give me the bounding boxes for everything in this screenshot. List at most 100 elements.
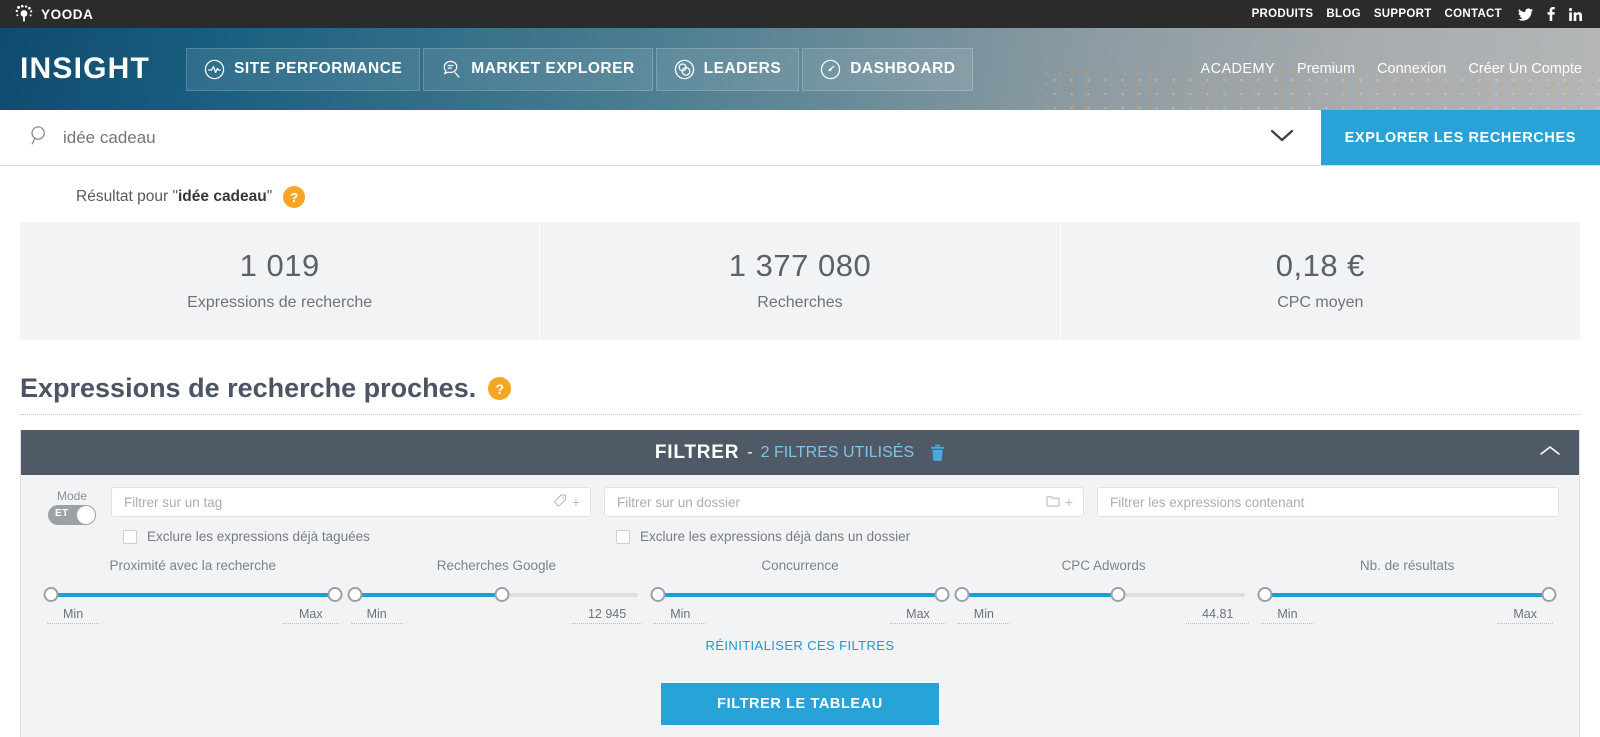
insight-logo[interactable]: INSIGHT [20, 52, 150, 86]
search-speech-icon [441, 59, 462, 80]
slider-concurrence-title: Concurrence [761, 558, 839, 573]
slider-concurrence-track-wrap[interactable] [650, 587, 950, 603]
slider-cpc-adwords-handle-max[interactable] [1110, 587, 1126, 602]
folder-icon [1046, 494, 1060, 510]
page-title: Expressions de recherche proches. ? [0, 340, 1600, 414]
mode-toggle[interactable]: ET [48, 505, 96, 525]
slider-cpc-adwords-title: CPC Adwords [1061, 558, 1146, 573]
slider-nb-resultats-min: Min [1261, 607, 1314, 624]
slider-recherches-google-handle-max[interactable] [494, 587, 510, 602]
slider-concurrence-values: Min Max [654, 607, 946, 624]
slider-proximite-track-wrap[interactable] [43, 587, 343, 603]
stat-card-cpc: 0,18 € CPC moyen [1061, 222, 1580, 340]
slider-concurrence-handle-max[interactable] [934, 587, 950, 602]
slider-nb-resultats-values: Min Max [1261, 607, 1553, 624]
folder-add-plus[interactable]: + [1065, 494, 1073, 510]
header-link-creer-un-compte[interactable]: Créer Un Compte [1468, 61, 1582, 77]
result-help-icon[interactable]: ? [283, 186, 306, 208]
trash-icon[interactable] [930, 444, 945, 461]
slider-recherches-google-handle-min[interactable] [347, 587, 363, 602]
search-bar: EXPLORER LES RECHERCHES [0, 110, 1600, 166]
header-link-premium[interactable]: Premium [1297, 61, 1355, 77]
tag-filter-input[interactable] [124, 494, 554, 510]
slider-cpc-adwords-handle-min[interactable] [954, 587, 970, 602]
slider-nb-resultats-handle-max[interactable] [1541, 587, 1557, 602]
contains-filter-input[interactable] [1110, 494, 1548, 510]
reset-filters-link[interactable]: RÉINITIALISER CES FILTRES [21, 638, 1579, 653]
stat-value-expressions: 1 019 [239, 248, 320, 283]
section-help-icon[interactable]: ? [488, 377, 512, 400]
folder-filter-field[interactable]: + [604, 487, 1084, 517]
slider-proximite-values: Min Max [47, 607, 339, 624]
slider-nb-resultats-handle-min[interactable] [1257, 587, 1273, 602]
chevron-up-icon [1539, 444, 1561, 462]
nav-item-dashboard[interactable]: DASHBOARD [802, 47, 974, 91]
slider-cpc-adwords-values: Min 44.81 [957, 607, 1250, 624]
slider-cpc-adwords-max: 44.81 [1186, 607, 1250, 624]
tag-add-plus[interactable]: + [572, 494, 580, 510]
folder-field-adornment[interactable]: + [1046, 494, 1073, 510]
slider-concurrence-handle-min[interactable] [650, 587, 666, 602]
search-field [0, 110, 1243, 165]
filters-used-count[interactable]: 2 FILTRES UTILISÉS [761, 444, 915, 462]
yooda-brand[interactable]: YOODA [14, 4, 94, 24]
slider-nb-resultats-track-wrap[interactable] [1257, 587, 1557, 603]
slider-proximite-fill [51, 593, 335, 597]
mode-toggle-value: ET [55, 508, 69, 519]
nav-item-market-explorer[interactable]: MARKET EXPLORER [423, 47, 653, 91]
contains-filter-field[interactable] [1097, 487, 1559, 517]
folder-filter-input[interactable] [617, 494, 1046, 510]
slider-proximite-max: Max [282, 607, 339, 624]
slider-cpc-adwords-track-wrap[interactable] [954, 587, 1246, 603]
slider-concurrence: Concurrence Min Max [648, 558, 952, 624]
topnav-link-contact[interactable]: CONTACT [1445, 8, 1502, 20]
slider-row: Proximité avec la recherche Min Max Rech… [21, 544, 1579, 624]
filter-panel-header: FILTRER - 2 FILTRES UTILISÉS [21, 430, 1579, 475]
slider-proximite-handle-min[interactable] [43, 587, 59, 602]
header-link-academy[interactable]: ACADEMY [1201, 61, 1276, 77]
topnav-link-produits[interactable]: PRODUITS [1252, 8, 1314, 20]
chevron-down-icon [1269, 127, 1295, 148]
result-line: Résultat pour "idée cadeau" ? [0, 166, 1600, 222]
topnav-link-support[interactable]: SUPPORT [1374, 8, 1432, 20]
nav-item-leaders[interactable]: LEADERS [655, 47, 800, 91]
tag-filter-field[interactable]: + [111, 487, 591, 517]
slider-recherches-google-track-wrap[interactable] [347, 587, 639, 603]
linkedin-icon[interactable] [1569, 7, 1582, 21]
utility-nav: PRODUITS BLOG SUPPORT CONTACT [1252, 8, 1502, 20]
slider-nb-resultats-title: Nb. de résultats [1359, 558, 1455, 573]
stat-card-recherches: 1 377 080 Recherches [540, 222, 1061, 340]
tag-field-adornment[interactable]: + [553, 494, 580, 510]
explore-searches-button[interactable]: EXPLORER LES RECHERCHES [1320, 110, 1600, 165]
utility-topbar: YOODA PRODUITS BLOG SUPPORT CONTACT [0, 0, 1600, 28]
header-link-connexion[interactable]: Connexion [1377, 61, 1446, 77]
exclude-tagged-checkbox[interactable] [123, 529, 137, 544]
filter-header-dash: - [747, 443, 753, 461]
apply-filter-button[interactable]: FILTRER LE TABLEAU [661, 683, 939, 725]
search-input[interactable] [63, 127, 1243, 148]
pulse-icon [204, 59, 225, 80]
slider-proximite-handle-max[interactable] [327, 587, 343, 602]
collapse-filter-panel-button[interactable] [1539, 444, 1561, 462]
nav-label-leaders: LEADERS [703, 60, 782, 77]
filter-header-title: FILTRER [654, 441, 740, 463]
facebook-icon[interactable] [1547, 7, 1555, 21]
slider-recherches-google-title: Recherches Google [436, 558, 557, 573]
tag-icon [553, 494, 567, 510]
twitter-icon[interactable] [1518, 7, 1533, 21]
main-nav: SITE PERFORMANCE MARKET EXPLORER LEADERS [186, 47, 974, 91]
page-title-text: Expressions de recherche proches. [20, 373, 477, 403]
exclude-foldered-checkbox[interactable] [616, 529, 630, 544]
stat-value-cpc: 0,18 € [1275, 248, 1365, 283]
slider-recherches-google: Recherches Google Min 12 945 [345, 558, 649, 624]
result-prefix: Résultat pour " [76, 188, 178, 205]
filter-action-row: FILTRER LE TABLEAU [21, 653, 1579, 737]
search-dropdown-toggle[interactable] [1243, 110, 1321, 165]
stat-value-recherches: 1 377 080 [728, 248, 872, 283]
mode-toggle-knob [77, 506, 95, 524]
stat-label-expressions: Expressions de recherche [187, 294, 373, 311]
stat-card-expressions: 1 019 Expressions de recherche [20, 222, 541, 340]
topnav-link-blog[interactable]: BLOG [1326, 8, 1360, 20]
nav-item-site-performance[interactable]: SITE PERFORMANCE [186, 47, 421, 91]
slider-concurrence-max: Max [890, 607, 946, 624]
